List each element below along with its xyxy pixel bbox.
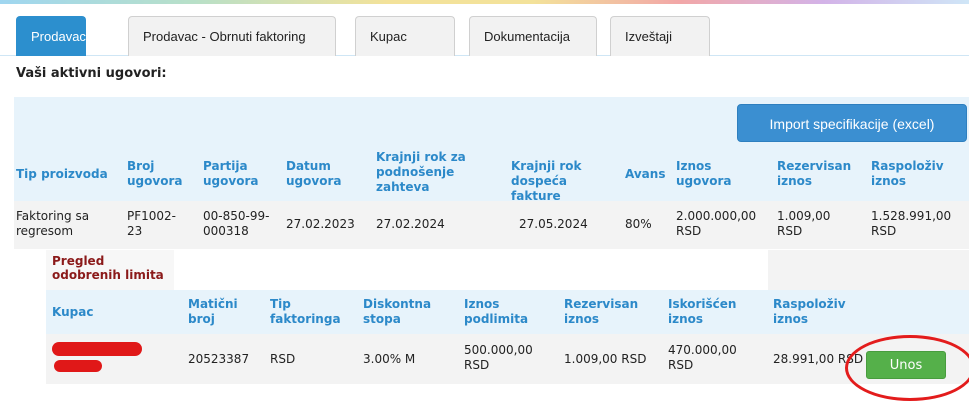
col-broj-ugovora: Broj ugovora: [127, 159, 183, 188]
contracts-panel: Import specifikacije (excel) Tip proizvo…: [14, 97, 969, 401]
limits-title-filler: [768, 250, 969, 290]
col-rok-dospeca: Krajnji rok dospeća fakture: [511, 159, 582, 203]
col-iskoriscen-iznos: Iskorišćen iznos: [668, 297, 737, 326]
tab-prodavac[interactable]: Prodavac: [16, 16, 86, 56]
contract-row[interactable]: Faktoring sa regresom PF1002-23 00-850-9…: [14, 201, 969, 249]
cell-broj-ugovora: PF1002-23: [127, 209, 177, 238]
limit-row[interactable]: 20523387 RSD 3.00% M 500.000,00 RSD 1.00…: [46, 334, 969, 384]
col-diskontna-stopa: Diskontna stopa: [363, 297, 432, 326]
col-rok-podnosenje: Krajnji rok za podnošenje zahteva: [376, 150, 466, 194]
cell-rok-podnosenje: 27.02.2024: [376, 217, 445, 231]
limits-title-box: Pregled odobrenih limita: [46, 250, 174, 290]
cell-rezervisan-iznos: 1.009,00 RSD: [777, 209, 831, 238]
cell-iskoriscen-iznos: 470.000,00 RSD: [668, 343, 737, 372]
cell-partija-ugovora: 00-850-99-000318: [203, 209, 270, 238]
cell-limit-rezervisan-iznos: 1.009,00 RSD: [564, 352, 647, 366]
col-maticni-broj: Matični broj: [188, 297, 238, 326]
cell-iznos-podlimita: 500.000,00 RSD: [464, 343, 533, 372]
tab-izvestaji[interactable]: Izveštaji: [610, 16, 710, 56]
page-heading: Vaši aktivni ugovori:: [16, 66, 167, 81]
cell-tip-faktoringa: RSD: [270, 352, 296, 366]
cell-maticni-broj: 20523387: [188, 352, 250, 366]
cell-iznos-ugovora: 2.000.000,00 RSD: [676, 209, 757, 238]
col-limit-rezervisan-iznos: Rezervisan iznos: [564, 297, 639, 326]
cell-tip-proizvoda: Faktoring sa regresom: [16, 209, 90, 238]
tab-prodavac-obrnuti-faktoring[interactable]: Prodavac - Obrnuti faktoring: [128, 16, 336, 56]
cell-avans: 80%: [625, 217, 652, 231]
col-datum-ugovora: Datum ugovora: [286, 159, 342, 188]
tab-kupac[interactable]: Kupac: [355, 16, 455, 56]
col-avans: Avans: [625, 167, 666, 181]
col-kupac: Kupac: [52, 305, 94, 319]
col-rezervisan-iznos: Rezervisan iznos: [777, 159, 852, 188]
cell-datum-ugovora: 27.02.2023: [286, 217, 355, 231]
cell-diskontna-stopa: 3.00% M: [363, 352, 416, 366]
col-limit-raspoloziv-iznos: Raspoloživ iznos: [773, 297, 846, 326]
limits-table-header: Kupac Matični broj Tip faktoringa Diskon…: [46, 290, 969, 334]
annotation-circle: [845, 335, 969, 401]
redacted-kupac-name: [52, 342, 142, 356]
col-raspoloziv-iznos: Raspoloživ iznos: [871, 159, 944, 188]
limits-title: Pregled odobrenih limita: [52, 254, 164, 282]
import-specification-button[interactable]: Import specifikacije (excel): [737, 104, 967, 142]
tab-bar: Prodavac Prodavac - Obrnuti faktoring Ku…: [0, 4, 969, 56]
col-tip-faktoringa: Tip faktoringa: [270, 297, 341, 326]
limits-section: Pregled odobrenih limita Kupac Matični b…: [46, 250, 969, 384]
contracts-table-header: Import specifikacije (excel) Tip proizvo…: [14, 97, 969, 203]
tab-dokumentacija[interactable]: Dokumentacija: [469, 16, 597, 56]
cell-rok-dospeca: 27.05.2024: [519, 217, 588, 231]
cell-raspoloziv-iznos: 1.528.991,00 RSD: [871, 209, 952, 238]
col-iznos-ugovora: Iznos ugovora: [676, 159, 732, 188]
col-tip-proizvoda: Tip proizvoda: [16, 167, 108, 181]
redacted-kupac-name-line2: [54, 360, 102, 372]
col-partija-ugovora: Partija ugovora: [203, 159, 259, 188]
col-iznos-podlimita: Iznos podlimita: [464, 297, 529, 326]
